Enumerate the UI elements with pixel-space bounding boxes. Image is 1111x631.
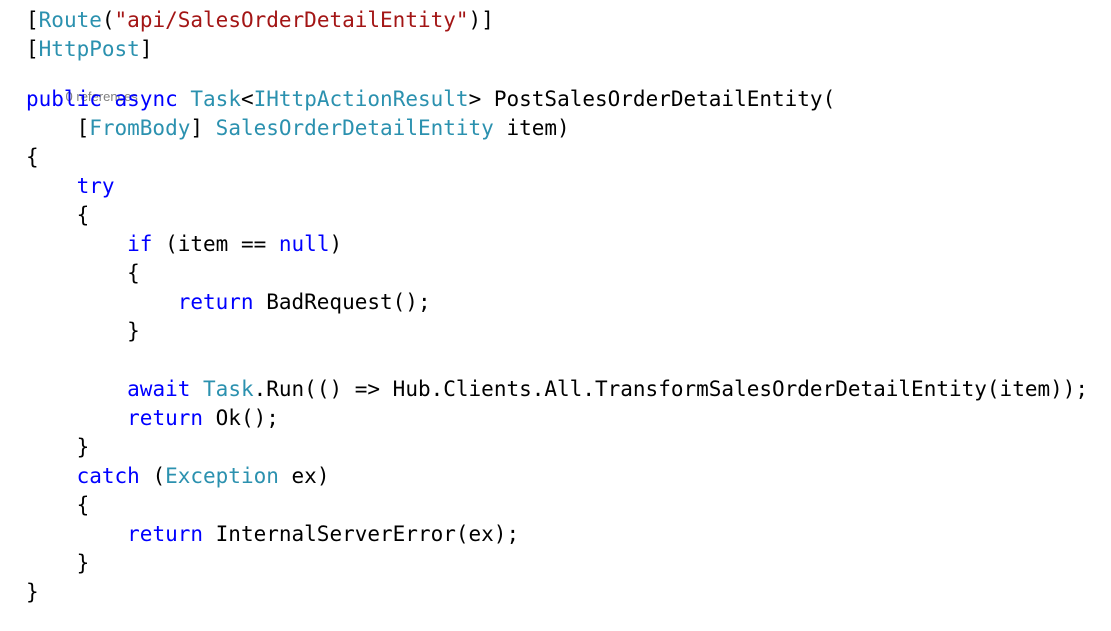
code-token: )	[329, 232, 343, 256]
code-token: Task	[203, 377, 254, 401]
code-line-try-keyword[interactable]: try	[0, 172, 1111, 201]
code-line-return-badrequest[interactable]: return BadRequest();	[0, 288, 1111, 317]
code-token: null	[278, 232, 330, 256]
code-token: }	[26, 551, 90, 575]
code-line-if-null-check[interactable]: if (item == null)	[0, 230, 1111, 259]
code-token: await	[127, 377, 191, 401]
code-token: Task	[190, 87, 241, 111]
code-token: [	[26, 116, 90, 140]
code-line-catch-open-brace[interactable]: {	[0, 491, 1111, 520]
code-token: }	[26, 319, 140, 343]
code-token: )]	[468, 8, 494, 32]
code-token: }	[26, 435, 90, 459]
code-line-method-open-brace[interactable]: {	[0, 143, 1111, 172]
code-token: {	[26, 145, 39, 169]
code-token: try	[76, 174, 115, 198]
code-line-method-parameter[interactable]: [FromBody] SalesOrderDetailEntity item)	[0, 114, 1111, 143]
code-token: [	[26, 8, 39, 32]
code-line-try-close-brace[interactable]: }	[0, 433, 1111, 462]
code-token: > PostSalesOrderDetailEntity(	[468, 87, 836, 111]
code-token: item)	[493, 116, 570, 140]
code-token: FromBody	[89, 116, 191, 140]
code-line-if-close-brace[interactable]: }	[0, 317, 1111, 346]
code-token: {	[26, 493, 90, 517]
code-token: catch	[76, 464, 140, 488]
code-token: Route	[38, 8, 102, 32]
code-token: (item ==	[152, 232, 279, 256]
code-line-if-open-brace[interactable]: {	[0, 259, 1111, 288]
code-token: if	[127, 232, 153, 256]
code-token: Exception	[165, 464, 279, 488]
code-token: {	[26, 261, 140, 285]
code-token: BadRequest();	[253, 290, 431, 314]
code-line-await-task-run[interactable]: await Task.Run(() => Hub.Clients.All.Tra…	[0, 375, 1111, 404]
code-token: ]	[190, 116, 216, 140]
code-token: ]	[139, 37, 153, 61]
code-token: (	[139, 464, 166, 488]
code-editor-surface[interactable]: [Route("api/SalesOrderDetailEntity")] [H…	[0, 0, 1111, 631]
code-line-method-close-brace[interactable]: }	[0, 578, 1111, 607]
code-token: ex)	[278, 464, 330, 488]
code-token: return	[127, 522, 204, 546]
code-line-return-ok[interactable]: return Ok();	[0, 404, 1111, 433]
codelens-references-row[interactable]: 0 references	[0, 64, 1111, 104]
code-token: SalesOrderDetailEntity	[215, 116, 494, 140]
code-line-method-signature[interactable]: public async Task<IHttpActionResult> Pos…	[0, 85, 1111, 114]
code-token: return	[177, 290, 254, 314]
code-line-catch-exception[interactable]: catch (Exception ex)	[0, 462, 1111, 491]
code-token: return	[127, 406, 204, 430]
code-token: [	[26, 37, 39, 61]
code-token: <	[240, 87, 254, 111]
code-token: Ok();	[203, 406, 279, 430]
code-token: "api/SalesOrderDetailEntity"	[114, 8, 469, 32]
code-line-return-internalservererror[interactable]: return InternalServerError(ex);	[0, 520, 1111, 549]
code-token: InternalServerError(ex);	[203, 522, 520, 546]
code-line-httppost-attribute[interactable]: [HttpPost]	[0, 35, 1111, 64]
code-token: }	[26, 580, 39, 604]
code-token: HttpPost	[38, 37, 140, 61]
code-line-try-open-brace[interactable]: {	[0, 201, 1111, 230]
code-token: .Run(() => Hub.Clients.All.TransformSale…	[253, 377, 1089, 401]
code-line-route-attribute[interactable]: [Route("api/SalesOrderDetailEntity")]	[0, 6, 1111, 35]
code-line-blank[interactable]	[0, 346, 1111, 375]
code-line-catch-close-brace[interactable]: }	[0, 549, 1111, 578]
code-token: (	[101, 8, 115, 32]
code-token: IHttpActionResult	[253, 87, 469, 111]
code-token: async	[114, 87, 178, 111]
code-token: {	[26, 203, 90, 227]
code-token: public	[26, 87, 102, 111]
